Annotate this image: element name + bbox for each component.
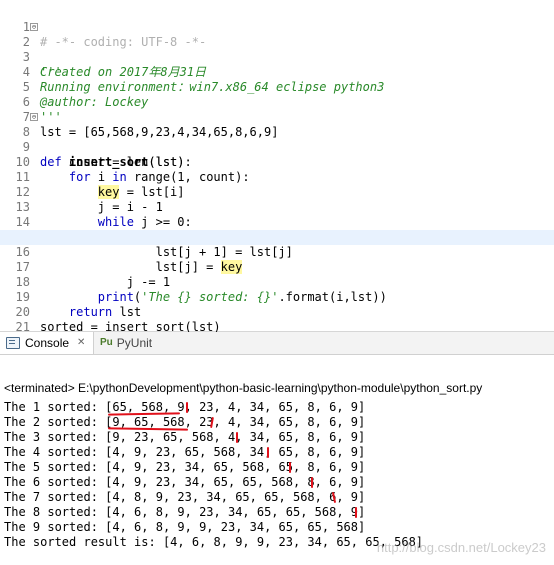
output-line: The 5 sorted: [4, 9, 23, 34, 65, 568, 65… [4, 460, 366, 474]
code-line[interactable]: 4 Running environment：win7.x86_64 eclips… [0, 50, 554, 94]
code-line[interactable]: 20 sorted = insert_sort(lst) [0, 290, 554, 334]
console-icon [6, 337, 20, 349]
code-line[interactable]: 5 @author: Lockey [0, 65, 554, 109]
code-line-current[interactable]: 16 lst[j] = key [0, 230, 554, 274]
code-line[interactable]: 21 print('The sorted result is: {}'.form… [0, 305, 554, 349]
tab-pyunit[interactable]: Pu PyUnit [100, 332, 152, 354]
code-line[interactable]: 19 return lst [0, 275, 554, 319]
code-line[interactable]: 12 j = i - 1 [0, 170, 554, 214]
code-line[interactable]: 13 while j >= 0: [0, 185, 554, 229]
watermark-text: http://blog.csdn.net/Lockey23 [376, 540, 546, 555]
code-line[interactable]: 8 ⊖ def insert_sort(lst): [0, 110, 554, 169]
output-line: The 8 sorted: [4, 6, 8, 9, 23, 34, 65, 6… [4, 505, 366, 519]
output-line: The 4 sorted: [4, 9, 23, 65, 568, 34, 65… [4, 445, 366, 459]
code-line[interactable]: 11 key = lst[i] [0, 155, 554, 199]
output-line: The 7 sorted: [4, 8, 9, 23, 34, 65, 65, … [4, 490, 366, 504]
console-tab-bar: Console ✕ Pu PyUnit [0, 332, 554, 355]
code-line[interactable]: 6 ''' [0, 80, 554, 124]
code-line[interactable]: 17 j -= 1 [0, 245, 554, 289]
fold-toggle-icon[interactable]: ⊖ [30, 113, 38, 121]
code-line[interactable]: 3 Created on 2017年8月31日 [0, 35, 554, 79]
console-output[interactable]: <terminated> E:\pythonDevelopment\python… [0, 355, 554, 565]
fold-toggle-icon[interactable]: ⊖ [30, 23, 38, 31]
code-line[interactable]: 1 # -*- coding: UTF-8 -*- [0, 5, 554, 49]
code-editor[interactable]: 1 # -*- coding: UTF-8 -*- 2 ⊖ ''' 3 Crea… [0, 0, 554, 349]
tab-console-label: Console [25, 336, 70, 350]
red-divider-mark [236, 432, 238, 443]
output-line: The 3 sorted: [9, 23, 65, 568, 4, 34, 65… [4, 430, 366, 444]
output-line: The sorted result is: [4, 6, 8, 9, 9, 23… [4, 535, 424, 549]
close-icon[interactable]: ✕ [77, 332, 85, 354]
red-divider-mark [311, 477, 313, 488]
red-divider-mark [267, 447, 269, 458]
tab-pyunit-label: PyUnit [116, 336, 153, 350]
red-divider-mark [289, 462, 291, 473]
red-divider-mark [355, 507, 357, 518]
red-divider-mark [186, 402, 188, 413]
code-line[interactable]: 7 lst = [65,568,9,23,4,34,65,8,6,9] [0, 95, 554, 139]
output-line: The 1 sorted: [65, 568, 9, 23, 4, 34, 65… [4, 400, 366, 414]
terminated-status: <terminated> E:\pythonDevelopment\python… [4, 381, 483, 395]
code-line[interactable]: 18 print('The {} sorted: {}'.format(i,ls… [0, 260, 554, 304]
code-line[interactable]: 9 count = len(lst) [0, 125, 554, 169]
code-line[interactable]: 2 ⊖ ''' [0, 20, 554, 79]
code-line[interactable]: 15 lst[j + 1] = lst[j] [0, 215, 554, 259]
tab-console[interactable]: Console ✕ [0, 332, 95, 354]
pyunit-icon: Pu [100, 337, 113, 348]
output-line: The 9 sorted: [4, 6, 8, 9, 9, 23, 34, 65… [4, 520, 366, 534]
code-line[interactable]: 10 for i in range(1, count): [0, 140, 554, 184]
code-line[interactable]: 14 if lst[j] > key: [0, 200, 554, 244]
